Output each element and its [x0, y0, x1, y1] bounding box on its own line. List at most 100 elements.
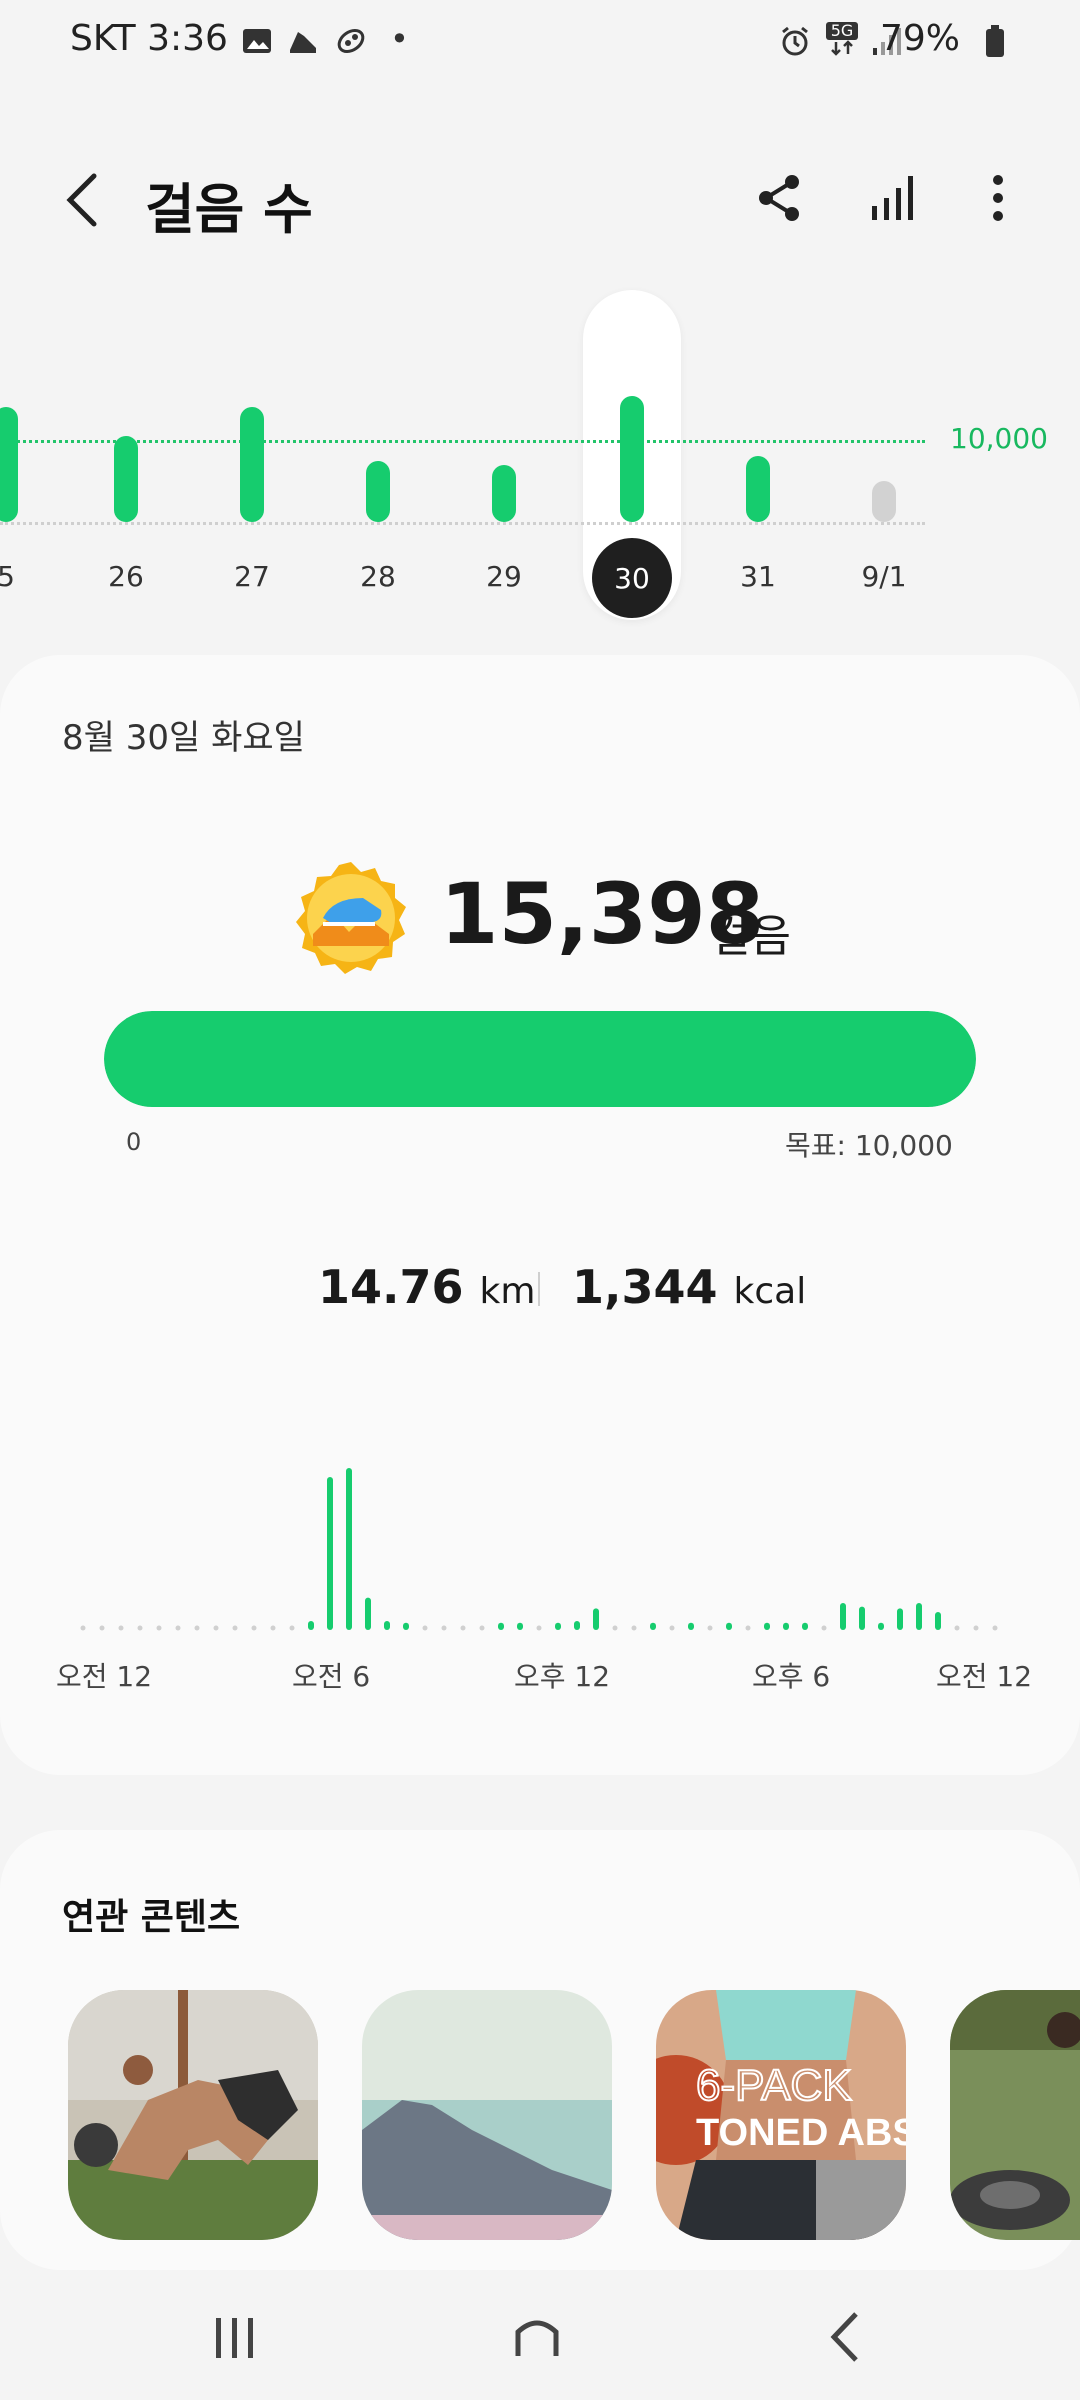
distance-value: 14.76	[318, 1260, 464, 1314]
hour-bar-12	[308, 1621, 314, 1630]
more-vertical-icon	[993, 175, 1003, 221]
day-label-6[interactable]: 31	[718, 560, 798, 593]
system-back-button[interactable]	[820, 2310, 870, 2368]
goal-achieved-medal-icon	[293, 860, 409, 976]
hour-bar-37	[783, 1622, 789, 1630]
home-button[interactable]	[512, 2312, 562, 2366]
share-button[interactable]	[752, 170, 808, 226]
day-label-1[interactable]: 26	[86, 560, 166, 593]
day-bar-7[interactable]	[872, 481, 896, 522]
hour-dot-7	[213, 1625, 219, 1631]
abs-workout-photo: 6-PACK TONED ABS	[656, 1990, 906, 2240]
goal-label: 10,000	[950, 422, 1048, 455]
hour-bar-34	[726, 1622, 732, 1630]
hour-dot-1	[99, 1625, 105, 1631]
related-thumb-sea[interactable]	[362, 1990, 612, 2240]
hour-dot-47	[973, 1625, 979, 1631]
hour-bar-38	[802, 1622, 808, 1630]
day-bar-2[interactable]	[240, 407, 264, 522]
trends-button[interactable]	[866, 170, 922, 226]
recent-apps-icon	[216, 2318, 253, 2358]
metric-divider	[538, 1272, 540, 1306]
more-options-button[interactable]	[970, 170, 1026, 226]
progress-goal-label: 목표: 10,000	[785, 1129, 953, 1162]
recent-apps-button[interactable]	[210, 2312, 260, 2366]
hour-label-4: 오전 12	[936, 1660, 1033, 1693]
tires-photo	[950, 1990, 1080, 2240]
carrier-time: SKT 3:36	[70, 18, 228, 59]
system-back-icon	[830, 2312, 858, 2362]
hour-label-2: 오후 12	[514, 1660, 611, 1693]
hour-dot-46	[954, 1625, 960, 1631]
battery-icon	[984, 24, 1006, 58]
day-label-4[interactable]: 29	[464, 560, 544, 593]
day-bar-5[interactable]	[620, 395, 644, 522]
hour-bar-25	[555, 1622, 561, 1630]
baseline	[0, 522, 925, 525]
hour-dot-24	[536, 1625, 542, 1631]
hour-bar-40	[840, 1603, 846, 1630]
day-label-5[interactable]: 30	[592, 538, 672, 618]
hour-bar-30	[650, 1622, 656, 1630]
day-bar-3[interactable]	[366, 460, 390, 522]
day-bar-4[interactable]	[492, 464, 516, 522]
calories-value: 1,344	[572, 1260, 718, 1314]
hour-dot-31	[669, 1625, 675, 1631]
related-content-title: 연관 콘텐츠	[62, 1897, 241, 1938]
day-bar-1[interactable]	[114, 435, 138, 522]
distance-metric: 14.76 km	[318, 1260, 535, 1314]
network-5g-icon: 5G	[826, 22, 858, 58]
day-bar-6[interactable]	[746, 456, 770, 522]
day-label-7[interactable]: 9/1	[844, 560, 924, 593]
hour-dot-20	[460, 1625, 466, 1631]
seaside-photo	[362, 1990, 612, 2240]
shoe-icon	[286, 24, 320, 58]
day-label-3[interactable]: 28	[338, 560, 418, 593]
hour-bar-26	[574, 1621, 580, 1630]
hour-dot-5	[175, 1625, 181, 1631]
goal-line	[0, 440, 925, 443]
battery-percent: 79%	[879, 18, 960, 59]
distance-unit: km	[479, 1271, 536, 1312]
hour-dot-21	[479, 1625, 485, 1631]
calories-unit: kcal	[733, 1271, 807, 1312]
hour-label-1: 오전 6	[292, 1660, 371, 1693]
hour-dot-39	[821, 1625, 827, 1631]
selected-date: 8월 30일 화요일	[62, 718, 305, 758]
back-button[interactable]	[60, 168, 104, 232]
hour-dot-11	[289, 1625, 295, 1631]
hour-bar-14	[346, 1468, 352, 1630]
goal-progress-bar	[104, 1011, 976, 1107]
hour-bar-41	[859, 1606, 865, 1630]
progress-min-label: 0	[126, 1128, 142, 1156]
goal-progress-fill	[104, 1011, 976, 1107]
day-label-0[interactable]: 5	[0, 560, 46, 593]
hour-bar-32	[688, 1622, 694, 1630]
related-thumb-tires[interactable]	[950, 1990, 1080, 2240]
hour-bar-27	[593, 1608, 599, 1630]
hour-dot-8	[232, 1625, 238, 1631]
day-label-2[interactable]: 27	[212, 560, 292, 593]
hour-dot-10	[270, 1625, 276, 1631]
hour-dot-19	[441, 1625, 447, 1631]
hour-bar-43	[897, 1608, 903, 1630]
bar-chart-icon	[872, 176, 913, 220]
hour-bar-44	[916, 1603, 922, 1630]
share-icon	[759, 175, 799, 221]
related-thumb-workout[interactable]	[68, 1990, 318, 2240]
day-bar-0[interactable]	[0, 407, 18, 522]
page-title: 걸음 수	[145, 178, 313, 241]
hourly-steps-chart	[80, 1468, 998, 1631]
hour-bar-17	[403, 1622, 409, 1630]
hour-bar-36	[764, 1622, 770, 1630]
steps-unit: 걸음	[710, 911, 791, 962]
home-icon	[515, 2320, 559, 2356]
thumb-abs-line1: 6-PACK	[696, 2061, 852, 2110]
hour-dot-29	[631, 1625, 637, 1631]
weekly-steps-chart[interactable]: 10,000 5 26 27 28 29 30 31 9/1	[0, 290, 1080, 630]
hour-bar-23	[517, 1622, 523, 1630]
hour-dot-28	[612, 1625, 618, 1631]
related-thumb-abs[interactable]: 6-PACK TONED ABS	[656, 1990, 906, 2240]
hour-dot-35	[745, 1625, 751, 1631]
hour-bar-45	[935, 1612, 941, 1630]
